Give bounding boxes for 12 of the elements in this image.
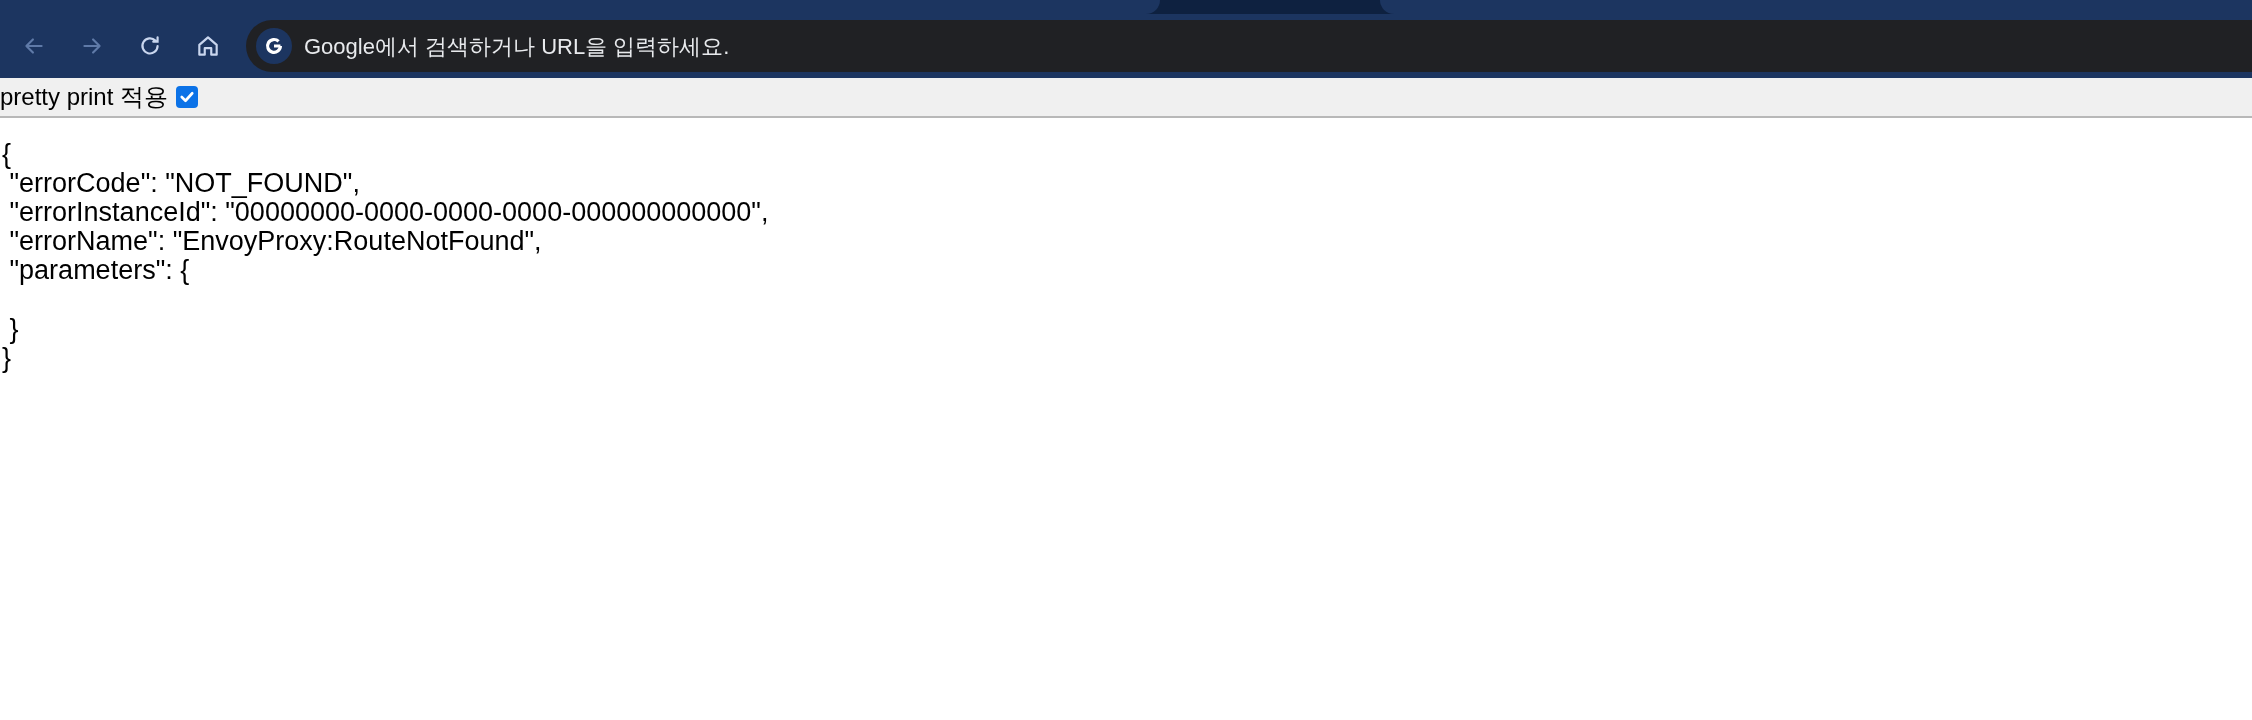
- google-icon: [256, 28, 292, 64]
- address-bar[interactable]: Google에서 검색하거나 URL을 입력하세요.: [246, 20, 2252, 72]
- json-line: "errorInstanceId": "00000000-0000-0000-0000-000000000000",: [8, 198, 769, 227]
- json-line: {: [2, 140, 12, 169]
- pretty-print-checkbox[interactable]: [176, 86, 199, 108]
- json-line: }: [2, 344, 12, 373]
- json-line: "errorCode": "NOT_FOUND",: [9, 169, 360, 198]
- json-line: "errorName": "EnvoyProxy:RouteNotFound",: [8, 227, 542, 256]
- home-icon: [195, 33, 221, 59]
- json-line: }: [8, 315, 19, 344]
- json-line: "parameters": {: [8, 256, 190, 285]
- pretty-print-label: pretty print 적용: [0, 82, 169, 112]
